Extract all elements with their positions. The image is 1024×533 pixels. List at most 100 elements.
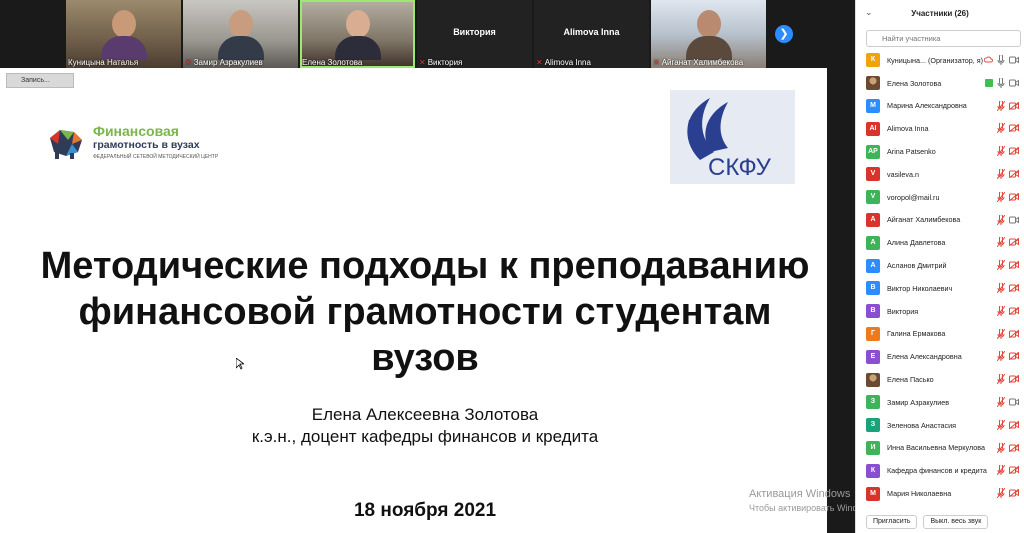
avatar: AP: [866, 144, 880, 159]
mic-muted-icon[interactable]: [997, 465, 1005, 476]
mic-muted-icon[interactable]: [997, 328, 1005, 339]
participant-list: К Куницына... (Организатор, я) Елена Золот…: [856, 49, 1024, 505]
avatar: З: [866, 418, 880, 433]
participant-name: Alimova Inna: [887, 124, 929, 134]
mic-muted-icon[interactable]: [997, 214, 1005, 225]
camera-off-icon[interactable]: [1009, 329, 1019, 338]
financial-literacy-logo: Финансовая грамотность в вузах ФЕДЕРАЛЬН…: [46, 123, 236, 163]
participant-row[interactable]: Vvasileva.n: [856, 163, 1024, 186]
camera-off-icon[interactable]: [1009, 192, 1019, 201]
avatar: [866, 76, 880, 91]
camera-off-icon[interactable]: [1009, 283, 1019, 292]
participant-row[interactable]: А Айганат Халимбекова: [856, 209, 1024, 232]
camera-off-icon[interactable]: [1009, 261, 1019, 270]
avatar: В: [866, 304, 880, 319]
mic-muted-icon[interactable]: [997, 168, 1005, 179]
participant-row[interactable]: К Кафедра финансов и кредита: [856, 459, 1024, 482]
participant-row[interactable]: И Инна Васильевна Меркулова: [856, 437, 1024, 460]
camera-icon[interactable]: [1009, 56, 1019, 64]
participant-search-input[interactable]: [866, 30, 1021, 47]
video-tile[interactable]: Куницына Наталья: [66, 0, 181, 68]
piggy-bank-logo-icon: [50, 130, 82, 159]
invite-button[interactable]: Пригласить: [866, 515, 918, 529]
mic-muted-icon: ✕: [185, 58, 192, 67]
camera-off-icon[interactable]: [1009, 169, 1019, 178]
camera-off-icon[interactable]: [1009, 443, 1019, 452]
mic-muted-icon[interactable]: [997, 123, 1005, 134]
avatar: И: [866, 440, 880, 455]
camera-icon[interactable]: [1009, 216, 1019, 224]
mic-muted-icon[interactable]: [997, 374, 1005, 385]
camera-off-icon[interactable]: [1009, 466, 1019, 475]
video-tile[interactable]: Виктория ✕ Виктория: [417, 0, 532, 68]
video-tile[interactable]: Alimova Inna ✕ Alimova Inna: [534, 0, 649, 68]
mic-muted-icon: ✕: [653, 58, 660, 67]
participant-row[interactable]: К Куницына... (Организатор, я): [856, 49, 1024, 72]
mic-muted-icon[interactable]: [997, 100, 1005, 111]
camera-off-icon[interactable]: [1009, 375, 1019, 384]
mic-muted-icon[interactable]: [997, 396, 1005, 407]
participant-row[interactable]: Е Елена Александровна: [856, 345, 1024, 368]
mic-muted-icon[interactable]: [997, 488, 1005, 499]
mute-all-button[interactable]: Выкл. весь звук: [923, 515, 989, 529]
camera-off-icon[interactable]: [1009, 124, 1019, 133]
mic-icon[interactable]: [997, 77, 1005, 88]
participant-row[interactable]: А Асланов Дмитрий: [856, 254, 1024, 277]
mic-muted-icon[interactable]: [997, 260, 1005, 271]
panel-footer: Пригласить Выкл. весь звук: [856, 511, 1024, 533]
camera-off-icon[interactable]: [1009, 238, 1019, 247]
participant-row[interactable]: AI Alimova Inna: [856, 117, 1024, 140]
mic-muted-icon[interactable]: [997, 237, 1005, 248]
participant-row[interactable]: Г Галина Ермакова: [856, 323, 1024, 346]
mic-muted-icon[interactable]: [997, 146, 1005, 157]
camera-icon[interactable]: [1009, 79, 1019, 87]
avatar: А: [866, 235, 880, 250]
participant-row[interactable]: М Мария Николаевна: [856, 482, 1024, 505]
participant-row[interactable]: З Замир Азракулиев: [856, 391, 1024, 414]
camera-off-icon[interactable]: [1009, 101, 1019, 110]
mic-muted-icon: ✕: [536, 58, 543, 67]
avatar: Г: [866, 326, 880, 341]
screen-share-icon: [985, 78, 993, 87]
participant-video: [100, 10, 147, 62]
avatar: [866, 372, 880, 387]
mic-muted-icon[interactable]: [997, 351, 1005, 362]
camera-icon[interactable]: [1009, 398, 1019, 406]
participant-name: Елена Пасько: [887, 375, 934, 385]
participant-name: Алина Давлетова: [887, 238, 946, 248]
mic-muted-icon[interactable]: [997, 442, 1005, 453]
camera-off-icon[interactable]: [1009, 420, 1019, 429]
participant-row[interactable]: Елена Пасько: [856, 368, 1024, 391]
camera-off-icon[interactable]: [1009, 352, 1019, 361]
participant-row[interactable]: А Алина Давлетова: [856, 231, 1024, 254]
camera-off-icon[interactable]: [1009, 489, 1019, 498]
recording-indicator[interactable]: Запись...: [6, 73, 74, 88]
mic-icon[interactable]: [997, 55, 1005, 65]
mic-muted-icon[interactable]: [997, 282, 1005, 293]
video-tile[interactable]: ✕ Айганат Халимбекова: [651, 0, 766, 68]
participant-video: [334, 10, 381, 62]
camera-off-icon[interactable]: [1009, 306, 1019, 315]
participant-row[interactable]: М Марина Александровна: [856, 95, 1024, 118]
participant-row[interactable]: В Виктория: [856, 300, 1024, 323]
participant-row[interactable]: Vvoropol@mail.ru: [856, 186, 1024, 209]
participant-name: Айганат Халимбекова: [887, 215, 961, 225]
video-tile[interactable]: ✕ Замир Азракулиев: [183, 0, 298, 68]
participant-name: vasileva.n: [887, 169, 919, 179]
video-tile-active-speaker[interactable]: Елена Золотова: [300, 0, 415, 68]
avatar: V: [866, 167, 880, 182]
collapse-chevron-icon[interactable]: ⌄: [865, 7, 873, 18]
slide-date: 18 ноября 2021: [353, 500, 497, 521]
next-page-button[interactable]: ❯: [775, 25, 793, 43]
participant-name: Асланов Дмитрий: [887, 261, 947, 271]
participant-row[interactable]: З Зеленова Анастасия: [856, 414, 1024, 437]
participant-name: Елена Золотова: [887, 78, 942, 88]
panel-header: ⌄ Участники (26): [856, 0, 1024, 27]
participant-row[interactable]: В Виктор Николаевич: [856, 277, 1024, 300]
participant-row[interactable]: AP Arina Patsenko: [856, 140, 1024, 163]
mic-muted-icon[interactable]: [997, 191, 1005, 202]
participant-row[interactable]: Елена Золотова: [856, 72, 1024, 95]
camera-off-icon[interactable]: [1009, 147, 1019, 156]
mic-muted-icon[interactable]: [997, 419, 1005, 430]
mic-muted-icon[interactable]: [997, 305, 1005, 316]
